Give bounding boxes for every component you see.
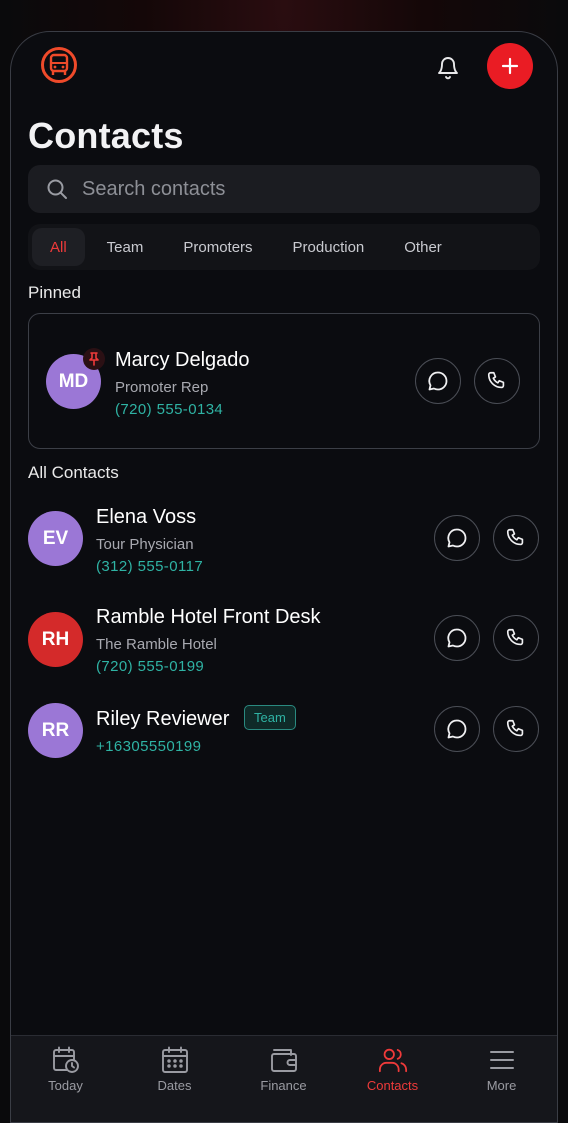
phone-icon (487, 371, 505, 389)
filter-production[interactable]: Production (275, 228, 383, 266)
menu-icon (487, 1045, 517, 1075)
avatar: RR (28, 703, 83, 758)
tab-label: Today (48, 1078, 83, 1093)
search-input[interactable] (80, 176, 504, 202)
contact-phone[interactable]: (312) 555-0117 (96, 558, 203, 575)
contact-role: Promoter Rep (115, 379, 209, 396)
tab-contacts[interactable]: Contacts (338, 1036, 447, 1108)
chat-bubble-icon (428, 371, 448, 391)
bell-icon[interactable] (431, 50, 465, 84)
contact-role: Tour Physician (96, 536, 194, 553)
contact-name: Elena Voss (96, 506, 197, 528)
pinned-heading: Pinned (28, 283, 81, 302)
page-title: Contacts (28, 115, 184, 156)
call-button[interactable] (493, 515, 539, 561)
search-bar[interactable] (28, 165, 540, 213)
chat-bubble-icon (447, 719, 467, 739)
tab-today[interactable]: Today (11, 1036, 120, 1108)
chat-bubble-icon (447, 528, 467, 548)
tab-finance[interactable]: Finance (229, 1036, 338, 1108)
wallet-icon (269, 1045, 299, 1075)
filter-all[interactable]: All (32, 228, 85, 266)
app-screen: Contacts All Team Promoters Production O… (10, 31, 558, 1123)
avatar: EV (28, 511, 83, 566)
pinned-contact-card[interactable]: MD Marcy Delgado Promoter Rep (720) 555-… (28, 313, 540, 449)
plus-icon (501, 57, 519, 75)
calendar-clock-icon (51, 1045, 81, 1075)
contact-name: Riley Reviewer (96, 708, 230, 730)
message-button[interactable] (434, 515, 480, 561)
filter-promoters[interactable]: Promoters (165, 228, 270, 266)
tab-dates[interactable]: Dates (120, 1036, 229, 1108)
team-tag-badge: Team (244, 705, 296, 730)
tab-label: More (486, 1078, 517, 1093)
pin-icon (83, 348, 105, 370)
phone-icon (506, 719, 524, 737)
contact-phone[interactable]: +16305550199 (96, 738, 201, 755)
call-button[interactable] (493, 615, 539, 661)
users-icon (378, 1045, 408, 1075)
message-button[interactable] (434, 706, 480, 752)
message-button[interactable] (434, 615, 480, 661)
tab-label: Contacts (366, 1078, 419, 1093)
top-bar (11, 32, 557, 102)
contact-phone[interactable]: (720) 555-0134 (115, 401, 223, 418)
all-contacts-heading: All Contacts (28, 463, 119, 482)
tab-label: Dates (157, 1078, 192, 1093)
filter-team[interactable]: Team (89, 228, 162, 266)
add-contact-button[interactable] (487, 43, 533, 89)
tab-more[interactable]: More (447, 1036, 556, 1108)
filter-tabs: All Team Promoters Production Other (28, 224, 540, 270)
filter-other[interactable]: Other (386, 228, 460, 266)
avatar: RH (28, 612, 83, 667)
contact-role: The Ramble Hotel (96, 636, 217, 653)
bus-logo-icon[interactable] (40, 46, 78, 84)
contact-name: Ramble Hotel Front Desk (96, 606, 321, 628)
phone-icon (506, 628, 524, 646)
bottom-tab-bar: Today Dates Finance Contacts More (11, 1035, 557, 1122)
message-button[interactable] (415, 358, 461, 404)
calendar-icon (160, 1045, 190, 1075)
contact-name: Marcy Delgado (115, 349, 250, 371)
phone-icon (506, 528, 524, 546)
search-icon (46, 178, 68, 200)
chat-bubble-icon (447, 628, 467, 648)
contact-phone[interactable]: (720) 555-0199 (96, 658, 204, 675)
tab-label: Finance (260, 1078, 307, 1093)
call-button[interactable] (493, 706, 539, 752)
call-button[interactable] (474, 358, 520, 404)
